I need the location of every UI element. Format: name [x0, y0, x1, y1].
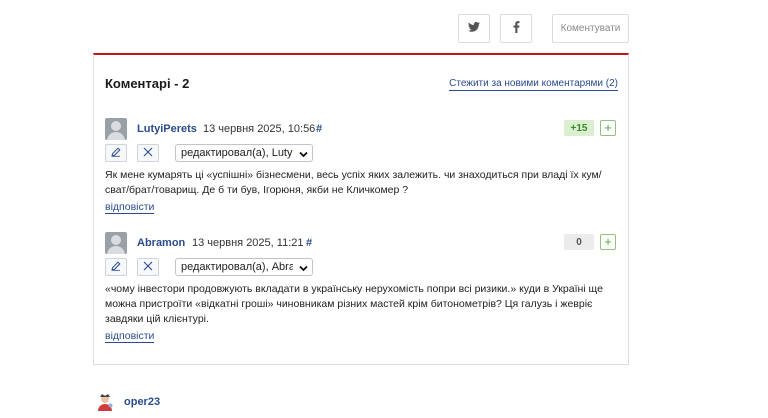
edit-button[interactable]	[105, 258, 127, 276]
comment-score: 0	[564, 234, 594, 250]
pencil-icon	[111, 146, 121, 160]
facebook-share-button[interactable]	[500, 14, 532, 43]
edit-button[interactable]	[105, 144, 127, 162]
comment-item: LutyiPerets 13 червня 2025, 10:56 # +15 …	[105, 118, 617, 214]
comment-item: Abramon 13 червня 2025, 11:21 # 0 + реда…	[105, 232, 617, 343]
reply-link[interactable]: відповісти	[105, 201, 155, 214]
edited-by-value: редактировал(а), LutyiP	[181, 147, 293, 159]
delete-button[interactable]	[137, 258, 159, 276]
edited-by-select[interactable]: редактировал(а), Abran	[175, 258, 313, 276]
comment-author[interactable]: LutyiPerets	[137, 123, 197, 135]
comment-date: 13 червня 2025, 10:56	[203, 123, 316, 135]
chevron-down-icon	[299, 149, 308, 161]
avatar[interactable]	[105, 118, 127, 140]
user-name[interactable]: oper23	[124, 396, 160, 408]
facebook-icon	[513, 21, 520, 36]
comment-date: 13 червня 2025, 11:21	[192, 237, 304, 249]
share-buttons	[458, 14, 532, 43]
comment-permalink[interactable]: #	[306, 237, 312, 249]
comment-text: Як мене кумарять ці «успішні» бізнесмени…	[105, 169, 602, 196]
edited-by-select[interactable]: редактировал(а), LutyiP	[175, 144, 313, 162]
edited-by-value: редактировал(а), Abran	[181, 261, 293, 273]
delete-button[interactable]	[137, 144, 159, 162]
comment-button[interactable]: Коментувати	[552, 14, 629, 43]
chevron-down-icon	[299, 263, 308, 275]
comment-score: +15	[564, 120, 594, 136]
pencil-icon	[111, 260, 121, 274]
comment-permalink[interactable]: #	[316, 123, 322, 135]
comments-title: Коментарі - 2	[105, 76, 190, 91]
comment-text: «чому інвестори продовжують вкладати в у…	[105, 283, 603, 325]
follow-comments-link[interactable]: Стежити за новими коментарями (2)	[449, 78, 618, 91]
comments-section: Коментарі - 2 Стежити за новими коментар…	[93, 53, 629, 365]
user-avatar-icon[interactable]	[95, 392, 115, 412]
upvote-button[interactable]: +	[600, 234, 616, 250]
close-icon	[143, 147, 153, 160]
twitter-share-button[interactable]	[458, 14, 490, 43]
avatar[interactable]	[105, 232, 127, 254]
upvote-button[interactable]: +	[600, 120, 616, 136]
close-icon	[143, 261, 153, 274]
comment-author[interactable]: Abramon	[137, 237, 185, 249]
reply-link[interactable]: відповісти	[105, 330, 155, 343]
twitter-icon	[468, 22, 480, 35]
